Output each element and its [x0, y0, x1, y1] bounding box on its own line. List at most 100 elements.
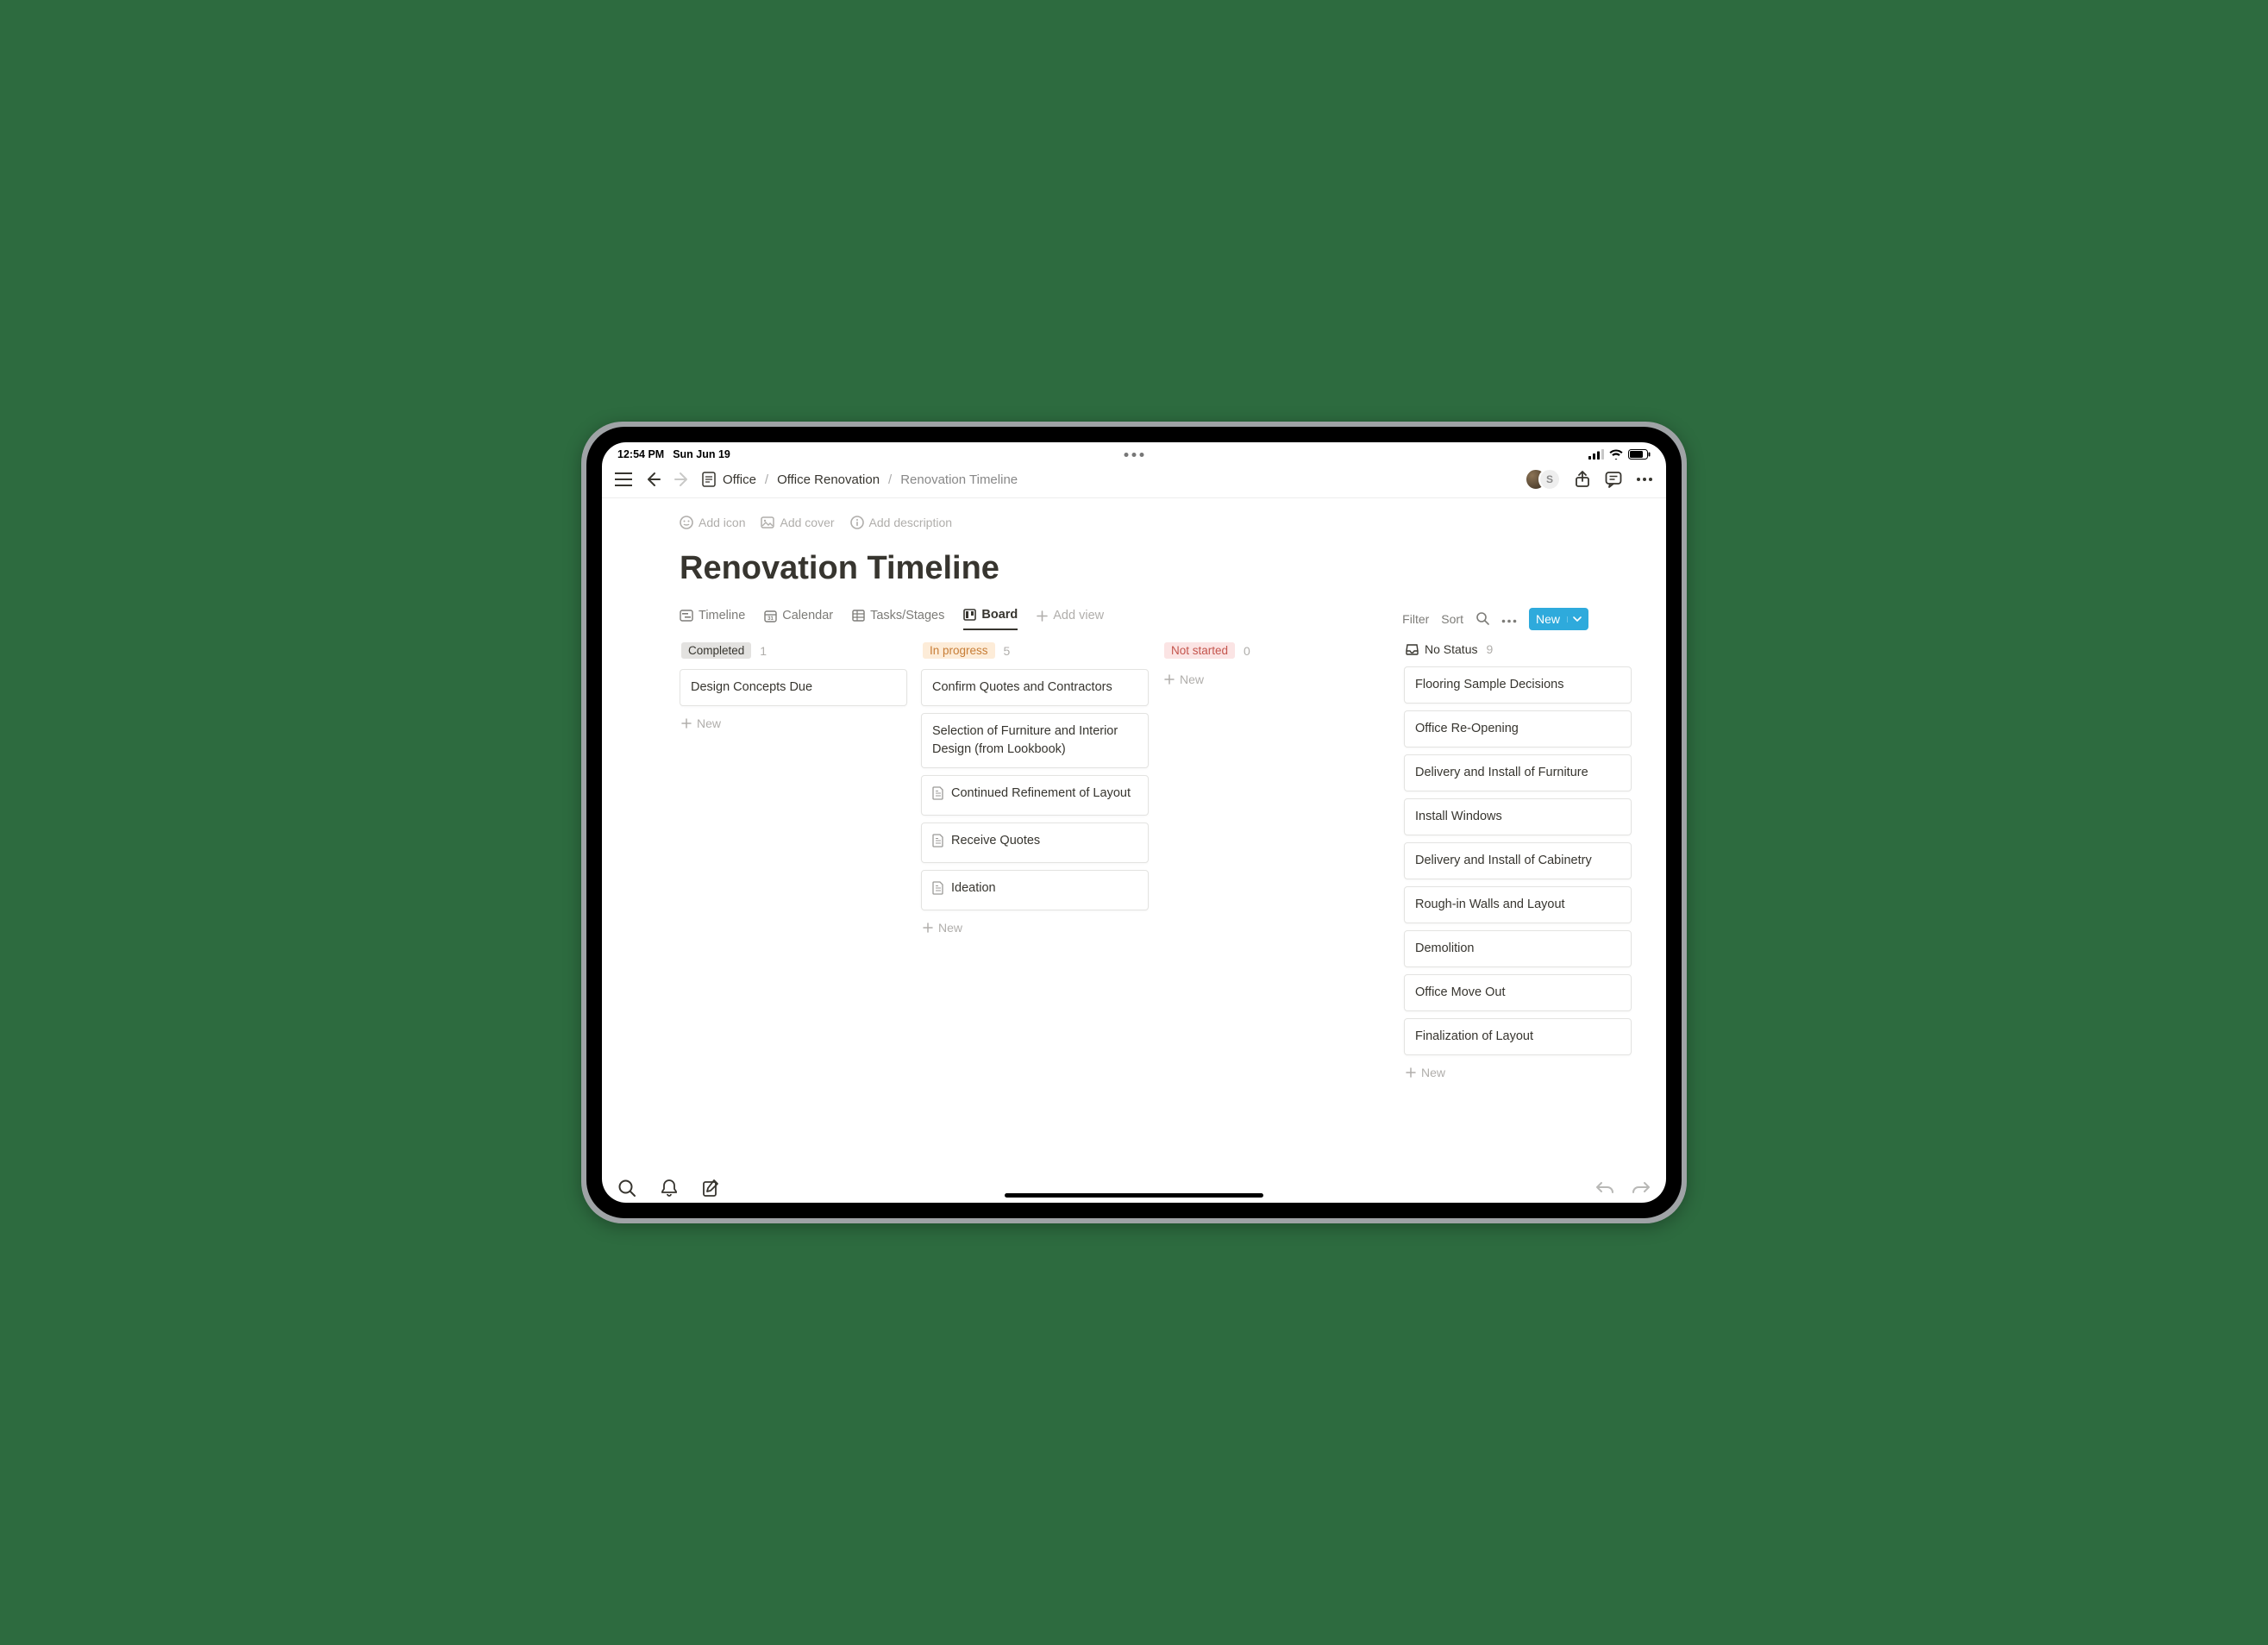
plus-icon	[1164, 674, 1175, 685]
card-title: Demolition	[1415, 940, 1475, 958]
redo-icon[interactable]	[1632, 1180, 1651, 1196]
card[interactable]: Continued Refinement of Layout	[921, 775, 1149, 816]
ios-status-bar: 12:54 PM Sun Jun 19	[602, 442, 1666, 465]
avatar: S	[1538, 468, 1561, 491]
card-title: Office Re-Opening	[1415, 720, 1519, 738]
tab-board[interactable]: Board	[963, 608, 1018, 630]
avatar-initial: S	[1546, 473, 1553, 485]
card-title: Office Move Out	[1415, 984, 1506, 1002]
add-card-label: New	[1180, 672, 1204, 686]
status-date: Sun Jun 19	[673, 448, 730, 460]
column-no-status: No Status 9 Flooring Sample Decisions Of…	[1404, 642, 1632, 1172]
comments-icon[interactable]	[1604, 470, 1623, 489]
status-tag-not-started: Not started	[1164, 642, 1235, 659]
add-card-button[interactable]: New	[1404, 1062, 1632, 1083]
card[interactable]: Demolition	[1404, 930, 1632, 967]
tab-calendar[interactable]: 31 Calendar	[764, 609, 833, 629]
more-icon[interactable]	[1635, 470, 1654, 489]
home-indicator[interactable]	[1005, 1193, 1263, 1198]
undo-icon[interactable]	[1595, 1180, 1614, 1196]
card[interactable]: Finalization of Layout	[1404, 1018, 1632, 1055]
tab-tasks-label: Tasks/Stages	[870, 609, 944, 622]
add-view-label: Add view	[1053, 609, 1104, 622]
device-bezel: 12:54 PM Sun Jun 19	[586, 427, 1682, 1218]
doc-icon	[932, 881, 944, 901]
notifications-icon[interactable]	[661, 1179, 678, 1198]
image-icon	[761, 516, 774, 529]
chevron-down-icon[interactable]	[1567, 616, 1582, 622]
breadcrumb-current[interactable]: Renovation Timeline	[900, 472, 1018, 487]
wifi-icon	[1609, 449, 1623, 460]
bottom-toolbar	[602, 1172, 1666, 1203]
tab-board-label: Board	[981, 608, 1018, 622]
card[interactable]: Install Windows	[1404, 798, 1632, 835]
card[interactable]: Office Move Out	[1404, 974, 1632, 1011]
add-card-button[interactable]: New	[921, 917, 1149, 938]
multitask-dots[interactable]	[1125, 453, 1144, 457]
kanban-board: Completed 1 Design Concepts Due New In p…	[680, 642, 1666, 1172]
search-icon[interactable]	[1475, 611, 1489, 628]
card[interactable]: Office Re-Opening	[1404, 710, 1632, 747]
sort-button[interactable]: Sort	[1441, 612, 1463, 626]
doc-icon	[932, 786, 944, 806]
add-card-button[interactable]: New	[1162, 669, 1390, 690]
search-icon[interactable]	[617, 1179, 636, 1198]
column-header[interactable]: In progress 5	[921, 642, 1149, 662]
card-title: Delivery and Install of Furniture	[1415, 764, 1588, 782]
tab-tasks[interactable]: Tasks/Stages	[852, 609, 944, 629]
view-tabs: Timeline 31 Calendar Tasks/Stages Board	[680, 608, 1104, 630]
add-description-button[interactable]: Add description	[850, 516, 953, 529]
card[interactable]: Rough-in Walls and Layout	[1404, 886, 1632, 923]
card-title: Finalization of Layout	[1415, 1028, 1533, 1046]
column-header[interactable]: No Status 9	[1404, 642, 1632, 660]
add-view-button[interactable]: Add view	[1037, 609, 1104, 629]
breadcrumb-parent[interactable]: Office Renovation	[777, 472, 880, 487]
top-nav: Office / Office Renovation / Renovation …	[602, 465, 1666, 498]
column-count: 5	[1004, 644, 1011, 658]
info-icon	[850, 516, 864, 529]
back-icon[interactable]	[643, 470, 662, 489]
add-icon-label: Add icon	[699, 516, 745, 529]
breadcrumb-root[interactable]: Office	[723, 472, 756, 487]
add-cover-button[interactable]: Add cover	[761, 516, 834, 529]
card[interactable]: Receive Quotes	[921, 822, 1149, 863]
add-cover-label: Add cover	[780, 516, 834, 529]
card[interactable]: Flooring Sample Decisions	[1404, 666, 1632, 704]
compose-icon[interactable]	[702, 1179, 721, 1198]
device-frame: 12:54 PM Sun Jun 19	[581, 422, 1687, 1223]
card[interactable]: Confirm Quotes and Contractors	[921, 669, 1149, 706]
status-icons	[1588, 449, 1651, 460]
breadcrumb: Office / Office Renovation / Renovation …	[702, 472, 1018, 487]
breadcrumb-sep: /	[765, 472, 768, 487]
card[interactable]: Delivery and Install of Furniture	[1404, 754, 1632, 791]
new-button[interactable]: New	[1529, 608, 1588, 630]
tab-timeline[interactable]: Timeline	[680, 609, 745, 629]
page-inline-actions: Add icon Add cover Add description	[680, 516, 1666, 529]
page-title[interactable]: Renovation Timeline	[680, 550, 1666, 587]
filter-button[interactable]: Filter	[1402, 612, 1429, 626]
emoji-icon	[680, 516, 693, 529]
column-not-started: Not started 0 New	[1162, 642, 1390, 1172]
add-icon-button[interactable]: Add icon	[680, 516, 745, 529]
card-title: Ideation	[951, 879, 996, 901]
card[interactable]: Ideation	[921, 870, 1149, 910]
share-icon[interactable]	[1573, 470, 1592, 489]
status-tag-in-progress: In progress	[923, 642, 995, 659]
calendar-icon: 31	[764, 610, 777, 622]
menu-icon[interactable]	[614, 470, 633, 489]
status-time: 12:54 PM	[617, 448, 664, 460]
plus-icon	[923, 923, 933, 933]
card[interactable]: Selection of Furniture and Interior Desi…	[921, 713, 1149, 768]
more-icon[interactable]	[1501, 612, 1517, 626]
avatar-stack[interactable]: S	[1525, 468, 1561, 491]
card-title: Confirm Quotes and Contractors	[932, 679, 1112, 697]
add-card-button[interactable]: New	[680, 713, 907, 734]
screen: 12:54 PM Sun Jun 19	[602, 442, 1666, 1203]
card[interactable]: Design Concepts Due	[680, 669, 907, 706]
column-header[interactable]: Not started 0	[1162, 642, 1390, 662]
column-header[interactable]: Completed 1	[680, 642, 907, 662]
card[interactable]: Delivery and Install of Cabinetry	[1404, 842, 1632, 879]
page-doc-icon	[702, 472, 716, 487]
card-title: Continued Refinement of Layout	[951, 785, 1131, 806]
table-icon	[852, 610, 865, 622]
